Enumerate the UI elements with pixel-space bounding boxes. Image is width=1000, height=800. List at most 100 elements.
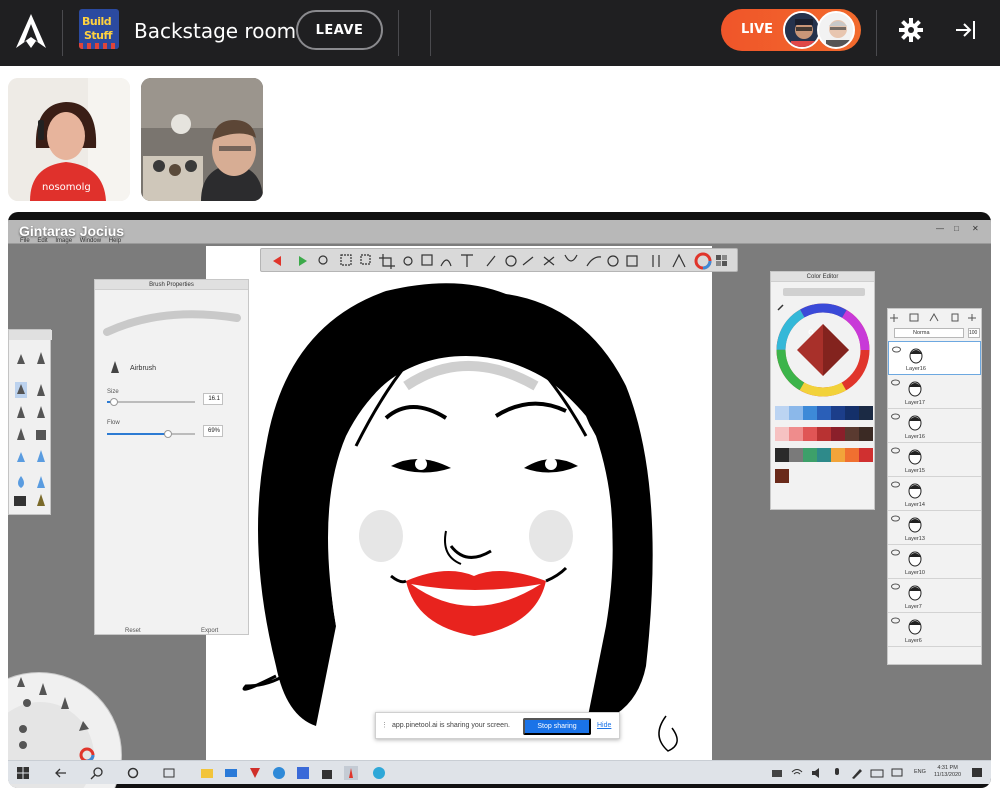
close-icon[interactable]: ✕ xyxy=(972,224,979,233)
eye-icon[interactable] xyxy=(891,413,900,420)
color-swatch[interactable] xyxy=(859,427,873,441)
eye-icon[interactable] xyxy=(891,379,900,386)
clock-time: 4:31 PM xyxy=(937,765,958,771)
display-icon[interactable] xyxy=(890,766,904,780)
blend-mode-select[interactable]: Norma xyxy=(894,328,964,338)
app-logo-icon[interactable] xyxy=(12,12,50,52)
participant-video-2[interactable] xyxy=(141,78,263,201)
layer-row[interactable]: Layer14 xyxy=(888,477,981,511)
cortana-icon[interactable] xyxy=(126,766,140,780)
color-swatch[interactable] xyxy=(845,448,859,462)
size-value[interactable]: 16.1 xyxy=(203,393,223,405)
layer-name: Layer13 xyxy=(905,536,925,542)
layer-row[interactable]: Layer17 xyxy=(888,375,981,409)
microphone-icon[interactable] xyxy=(830,766,844,780)
eyedropper-icon[interactable] xyxy=(777,303,785,311)
color-swatch[interactable] xyxy=(789,427,803,441)
color-swatch[interactable] xyxy=(775,469,789,483)
color-swatch[interactable] xyxy=(859,406,873,420)
live-indicator[interactable]: LIVE xyxy=(721,9,861,51)
color-wheel[interactable] xyxy=(775,302,871,398)
eye-icon[interactable] xyxy=(891,447,900,454)
event-thumbnail[interactable]: Build Stuff xyxy=(79,9,119,49)
exit-sidebar-icon[interactable] xyxy=(954,20,976,40)
file-explorer-icon[interactable] xyxy=(200,766,214,780)
keyboard-icon[interactable] xyxy=(870,766,884,780)
avatar-host-1[interactable] xyxy=(783,11,821,49)
flow-value[interactable]: 69% xyxy=(203,425,223,437)
flow-slider[interactable] xyxy=(107,430,195,438)
color-swatch[interactable] xyxy=(775,406,789,420)
participant-video-1[interactable]: nosomolg xyxy=(8,78,130,201)
drawing-canvas[interactable] xyxy=(206,246,712,772)
color-swatch[interactable] xyxy=(775,427,789,441)
volume-icon[interactable] xyxy=(810,766,824,780)
pen-icon[interactable] xyxy=(850,766,864,780)
color-swatch[interactable] xyxy=(859,448,873,462)
edge-browser-icon[interactable] xyxy=(272,766,286,780)
layer-row[interactable]: Layer7 xyxy=(888,579,981,613)
color-swatch[interactable] xyxy=(789,406,803,420)
back-arrow-icon[interactable] xyxy=(54,766,68,780)
color-swatch[interactable] xyxy=(831,448,845,462)
layer-row[interactable]: Layer16 xyxy=(888,341,981,375)
color-swatch[interactable] xyxy=(775,448,789,462)
brush-properties-panel: Brush Properties Airbrush Size 16.1 Flow… xyxy=(94,279,249,635)
wifi-icon[interactable] xyxy=(790,766,804,780)
layer-row[interactable]: Layer13 xyxy=(888,511,981,545)
gear-icon[interactable] xyxy=(899,18,923,42)
layer-row[interactable]: Layer6 xyxy=(888,613,981,647)
color-swatch[interactable] xyxy=(845,427,859,441)
color-swatch[interactable] xyxy=(831,427,845,441)
drag-handle-icon[interactable]: ⋮ xyxy=(381,721,388,729)
minimize-icon[interactable]: — xyxy=(936,224,944,233)
color-swatch[interactable] xyxy=(789,448,803,462)
sketchbook-app-icon[interactable] xyxy=(344,766,358,780)
size-label: Size xyxy=(107,389,119,395)
color-swatch[interactable] xyxy=(803,427,817,441)
layer-row[interactable]: Layer15 xyxy=(888,443,981,477)
maximize-icon[interactable]: □ xyxy=(954,224,959,233)
task-view-icon[interactable] xyxy=(162,766,176,780)
color-swatch[interactable] xyxy=(817,448,831,462)
mail-icon[interactable] xyxy=(224,766,238,780)
brush-library-panel xyxy=(8,329,52,516)
color-swatch[interactable] xyxy=(831,406,845,420)
search-icon[interactable] xyxy=(90,766,104,780)
color-swatch[interactable] xyxy=(845,406,859,420)
export-button[interactable]: Export xyxy=(201,628,218,634)
layer-row[interactable]: Layer16 xyxy=(888,409,981,443)
eye-icon[interactable] xyxy=(891,583,900,590)
tray-icon[interactable] xyxy=(770,766,784,780)
color-swatch[interactable] xyxy=(803,406,817,420)
color-swatch[interactable] xyxy=(817,427,831,441)
windows-start-icon[interactable] xyxy=(16,766,30,780)
size-slider[interactable] xyxy=(107,398,195,406)
eye-icon[interactable] xyxy=(891,481,900,488)
language-indicator[interactable]: ENG xyxy=(914,769,926,775)
color-swatch[interactable] xyxy=(803,448,817,462)
taskbar-clock[interactable]: 4:31 PM 11/13/2020 xyxy=(934,765,961,779)
color-swatch[interactable] xyxy=(817,406,831,420)
reset-button[interactable]: Reset xyxy=(125,628,141,634)
eye-icon[interactable] xyxy=(891,617,900,624)
layer-actions-icons[interactable] xyxy=(888,309,983,327)
eye-icon[interactable] xyxy=(891,515,900,522)
eye-icon[interactable] xyxy=(891,549,900,556)
layer-thumbnail xyxy=(909,348,923,364)
hide-notice-link[interactable]: Hide xyxy=(597,722,611,729)
layer-opacity-field[interactable]: 100 xyxy=(968,328,980,338)
layer-row[interactable]: Layer10 xyxy=(888,545,981,579)
avatar-host-2[interactable] xyxy=(817,11,855,49)
eye-icon[interactable] xyxy=(892,346,901,353)
leave-button[interactable]: LEAVE xyxy=(296,10,383,50)
layer-name: Layer14 xyxy=(905,502,925,508)
notifications-icon[interactable] xyxy=(970,766,984,780)
photos-icon[interactable] xyxy=(296,766,310,780)
mcafee-icon[interactable] xyxy=(248,766,262,780)
store-icon[interactable] xyxy=(320,766,334,780)
edge-browser-icon[interactable] xyxy=(372,766,386,780)
brush-tools-icons[interactable] xyxy=(9,330,52,516)
stop-sharing-button[interactable]: Stop sharing xyxy=(523,718,591,735)
toolbar-icons xyxy=(273,252,727,270)
